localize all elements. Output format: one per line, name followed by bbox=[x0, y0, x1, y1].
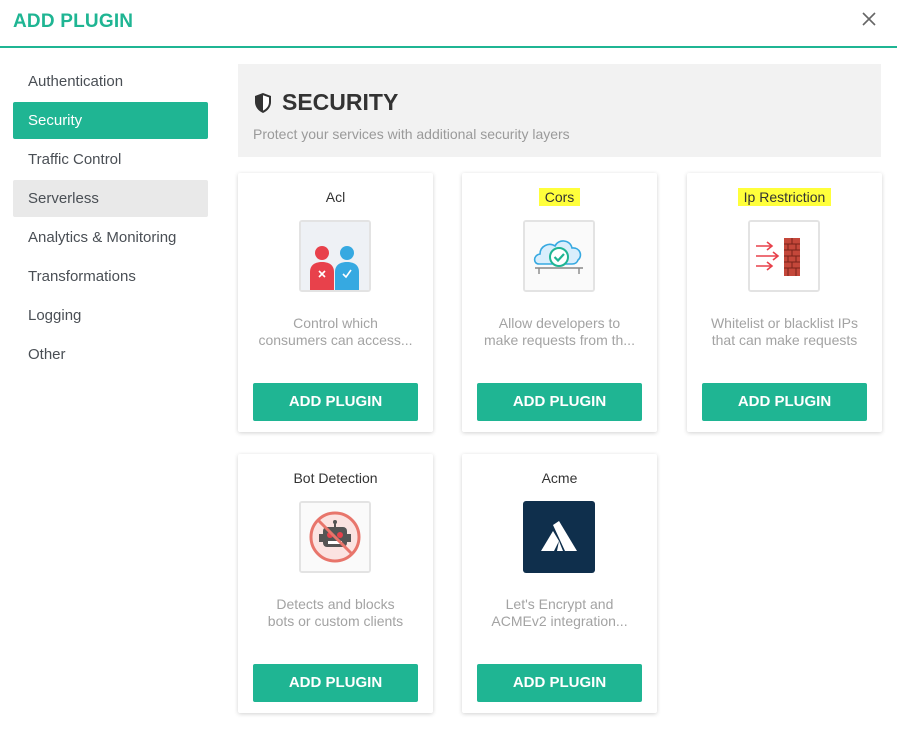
add-plugin-button-acme[interactable]: ADD PLUGIN bbox=[477, 664, 642, 702]
plugin-card-acme: Acme Let's Encrypt and ACMEv2 integratio… bbox=[462, 454, 657, 713]
category-description: Protect your services with additional se… bbox=[253, 126, 570, 142]
category-title-text: SECURITY bbox=[282, 89, 399, 115]
acl-icon bbox=[299, 220, 371, 292]
no-bot-icon bbox=[299, 501, 371, 573]
shield-icon bbox=[255, 92, 271, 113]
plugin-description-line: bots or custom clients bbox=[267, 613, 404, 629]
plugin-title: Acme bbox=[541, 470, 578, 486]
plugin-description-line: make requests from th... bbox=[484, 332, 635, 348]
plugin-title-highlight: Cors bbox=[538, 188, 581, 206]
plugin-description-line: Let's Encrypt and bbox=[505, 596, 614, 612]
sidebar-item-other[interactable]: Other bbox=[13, 336, 208, 373]
plugin-description: Detects and blocks bots or custom client… bbox=[248, 596, 423, 630]
plugin-card-acl: Acl Control which consumers can access..… bbox=[238, 173, 433, 432]
plugin-description-line: Allow developers to bbox=[498, 315, 621, 331]
plugin-description-line: ACMEv2 integration... bbox=[491, 613, 628, 629]
plugin-card-cors: Cors Allow developers to make requests f… bbox=[462, 173, 657, 432]
sidebar-item-transformations[interactable]: Transformations bbox=[13, 258, 208, 295]
sidebar-item-logging[interactable]: Logging bbox=[13, 297, 208, 334]
add-plugin-button-bot-detection[interactable]: ADD PLUGIN bbox=[253, 664, 418, 702]
plugin-description-line: Whitelist or blacklist IPs bbox=[710, 315, 859, 331]
plugin-description: Allow developers to make requests from t… bbox=[472, 315, 647, 349]
sidebar-item-serverless[interactable]: Serverless bbox=[13, 180, 208, 217]
category-sidebar: Authentication Security Traffic Control … bbox=[13, 63, 208, 375]
plugin-description-line: Detects and blocks bbox=[276, 596, 395, 612]
category-title: SECURITY bbox=[253, 89, 398, 116]
acme-logo-icon bbox=[523, 501, 595, 573]
add-plugin-button-ip-restriction[interactable]: ADD PLUGIN bbox=[702, 383, 867, 421]
plugin-description-line: consumers can access... bbox=[258, 332, 413, 348]
plugin-title-highlight: Ip Restriction bbox=[737, 188, 832, 206]
firewall-icon bbox=[748, 220, 820, 292]
sidebar-item-analytics-monitoring[interactable]: Analytics & Monitoring bbox=[13, 219, 208, 256]
cors-cloud-icon bbox=[523, 220, 595, 292]
add-plugin-modal: ADD PLUGIN Authentication Security Traff… bbox=[0, 0, 897, 749]
sidebar-item-authentication[interactable]: Authentication bbox=[13, 63, 208, 100]
plugin-card-ip-restriction: Ip Restriction Whitelist or blacklist IP… bbox=[687, 173, 882, 432]
add-plugin-button-acl[interactable]: ADD PLUGIN bbox=[253, 383, 418, 421]
plugin-description-line: Control which bbox=[293, 315, 378, 331]
plugin-title: Bot Detection bbox=[293, 470, 378, 486]
sidebar-item-traffic-control[interactable]: Traffic Control bbox=[13, 141, 208, 178]
plugin-title: Cors bbox=[462, 188, 657, 206]
plugin-description: Whitelist or blacklist IPs that can make… bbox=[697, 315, 872, 349]
modal-header: ADD PLUGIN bbox=[0, 0, 897, 48]
plugin-description: Control which consumers can access... bbox=[248, 315, 423, 349]
close-icon bbox=[862, 12, 876, 26]
add-plugin-button-cors[interactable]: ADD PLUGIN bbox=[477, 383, 642, 421]
plugin-description: Let's Encrypt and ACMEv2 integration... bbox=[472, 596, 647, 630]
plugin-title: Ip Restriction bbox=[687, 188, 882, 206]
plugin-card-bot-detection: Bot Detection Detects and blocks bots or… bbox=[238, 454, 433, 713]
sidebar-item-security[interactable]: Security bbox=[13, 102, 208, 139]
plugin-description-line: that can make requests bbox=[711, 332, 858, 348]
modal-title: ADD PLUGIN bbox=[13, 11, 134, 32]
category-header: SECURITY Protect your services with addi… bbox=[238, 64, 881, 157]
close-button[interactable] bbox=[856, 6, 882, 32]
plugin-title: Acl bbox=[325, 189, 346, 205]
